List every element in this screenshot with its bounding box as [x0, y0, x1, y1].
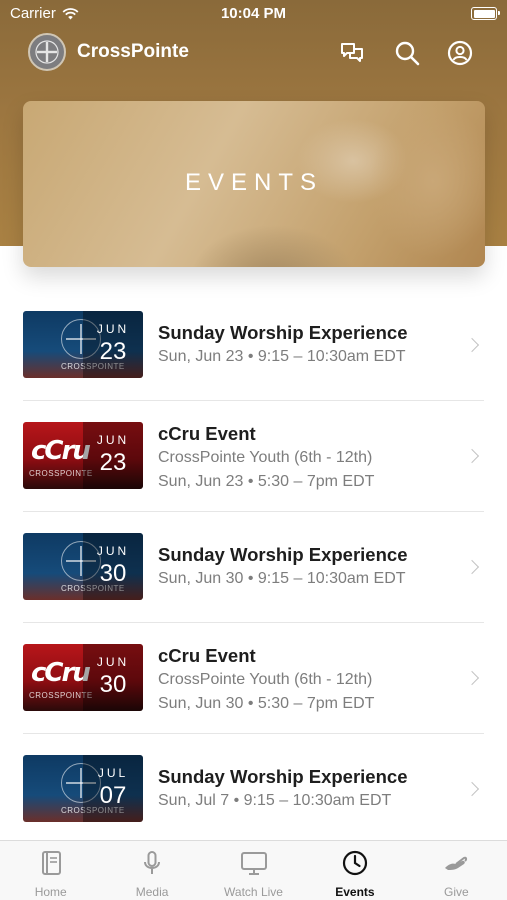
- cru-logo: cCru: [31, 658, 91, 688]
- event-thumbnail: CROSSPOINTE JUL 07: [23, 755, 143, 822]
- tab-home-label: Home: [34, 885, 67, 899]
- chevron-right-icon: [464, 337, 480, 353]
- tab-give[interactable]: Give: [406, 841, 507, 900]
- event-detail-1: Sun, Jul 7 • 9:15 – 10:30am EDT: [158, 792, 392, 809]
- event-thumbnail: CROSSPOINTE JUN 30: [23, 533, 143, 600]
- messages-button[interactable]: [338, 39, 366, 67]
- clock-icon: [342, 850, 368, 876]
- tab-media-label: Media: [135, 885, 169, 899]
- date-day: 23: [99, 338, 127, 365]
- tab-media[interactable]: Media: [101, 841, 202, 900]
- app-title: CrossPointe: [77, 41, 189, 62]
- app-header: CrossPointe: [0, 30, 507, 76]
- event-title: Sunday Worship Experience: [158, 322, 408, 343]
- event-title: cCru Event: [158, 423, 256, 444]
- date-month: JUN: [96, 433, 130, 447]
- cross-logo-icon: [35, 40, 59, 64]
- date-day: 30: [99, 671, 127, 698]
- event-detail-2: Sun, Jun 30 • 5:30 – 7pm EDT: [158, 695, 375, 712]
- search-button[interactable]: [393, 39, 421, 67]
- event-detail-2: Sun, Jun 23 • 5:30 – 7pm EDT: [158, 473, 375, 490]
- microphone-icon: [144, 851, 161, 874]
- date-month: JUN: [96, 544, 130, 558]
- tab-home[interactable]: Home: [0, 841, 101, 900]
- event-item[interactable]: CROSSPOINTE JUL 07 Sunday Worship Experienc…: [0, 734, 507, 845]
- chevron-right-icon: [464, 559, 480, 575]
- date-day: 07: [99, 782, 127, 809]
- date-month: JUN: [96, 655, 130, 669]
- event-title: Sunday Worship Experience: [158, 544, 408, 565]
- account-icon: [447, 40, 473, 66]
- profile-button[interactable]: [446, 39, 474, 67]
- date-badge: JUN 30: [83, 644, 143, 711]
- event-item[interactable]: CROSSPOINTE JUN 23 Sunday Worship Experienc…: [0, 290, 507, 401]
- tab-give-label: Give: [443, 885, 469, 899]
- chevron-right-icon: [464, 448, 480, 464]
- event-thumbnail: cCru CROSSPOINTE JUN 23: [23, 422, 143, 489]
- cru-logo: cCru: [31, 436, 91, 466]
- chevron-right-icon: [464, 670, 480, 686]
- event-item[interactable]: cCru CROSSPOINTE JUN 30 cCru Event CrossPoint…: [0, 623, 507, 734]
- tab-bar: Home Media Watch Live Events Give: [0, 840, 507, 900]
- status-time: 10:04 PM: [220, 5, 287, 22]
- tab-watch-live-label: Watch Live: [224, 885, 283, 899]
- date-badge: JUN 30: [83, 533, 143, 600]
- event-item[interactable]: CROSSPOINTE JUN 30 Sunday Worship Experienc…: [0, 512, 507, 623]
- date-badge: JUN 23: [83, 422, 143, 489]
- battery-icon: [471, 7, 500, 20]
- event-detail-1: CrossPointe Youth (6th - 12th): [158, 671, 373, 688]
- date-badge: JUL 07: [83, 755, 143, 822]
- event-detail-1: Sun, Jun 23 • 9:15 – 10:30am EDT: [158, 348, 406, 365]
- date-month: JUL: [97, 766, 129, 780]
- event-title: cCru Event: [158, 645, 256, 666]
- event-item[interactable]: cCru CROSSPOINTE JUN 23 cCru Event CrossPoint…: [0, 401, 507, 512]
- date-day: 23: [99, 449, 127, 476]
- hand-icon: [445, 856, 468, 870]
- book-icon: [41, 851, 61, 875]
- date-month: JUN: [96, 322, 130, 336]
- event-thumbnail: cCru CROSSPOINTE JUN 30: [23, 644, 143, 711]
- event-list: CROSSPOINTE JUN 23 Sunday Worship Experienc…: [0, 290, 507, 845]
- events-banner: EVENTS: [23, 101, 485, 267]
- event-detail-1: CrossPointe Youth (6th - 12th): [158, 449, 373, 466]
- event-title: Sunday Worship Experience: [158, 766, 408, 787]
- tab-events-label: Events: [335, 885, 375, 899]
- church-logo[interactable]: [28, 33, 66, 71]
- date-badge: JUN 23: [83, 311, 143, 378]
- monitor-icon: [240, 852, 267, 875]
- event-detail-1: Sun, Jun 30 • 9:15 – 10:30am EDT: [158, 570, 406, 587]
- banner-title: EVENTS: [184, 169, 324, 196]
- event-thumbnail: CROSSPOINTE JUN 23: [23, 311, 143, 378]
- date-day: 30: [99, 560, 127, 587]
- search-icon: [395, 41, 420, 66]
- chat-bubbles-icon: [341, 43, 363, 62]
- tab-events[interactable]: Events: [304, 841, 405, 900]
- tab-watch-live[interactable]: Watch Live: [203, 841, 304, 900]
- chevron-right-icon: [464, 781, 480, 797]
- status-bar: Carrier 10:04 PM: [0, 0, 507, 28]
